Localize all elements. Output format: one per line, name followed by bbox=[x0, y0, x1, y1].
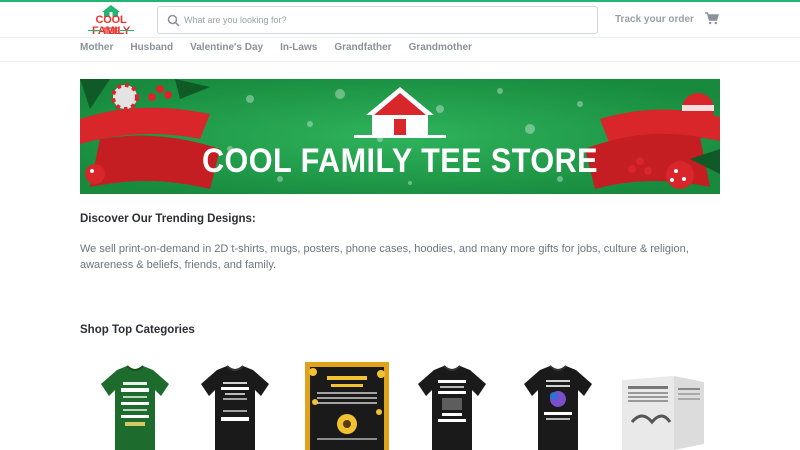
category-nav: Mother Husband Valentine's Day In-Laws G… bbox=[80, 42, 489, 56]
trending-heading: Discover Our Trending Designs: bbox=[80, 213, 256, 225]
nav-item-in-laws[interactable]: In-Laws bbox=[280, 42, 317, 56]
tshirt-image bbox=[101, 365, 169, 450]
nav-item-husband[interactable]: Husband bbox=[130, 42, 173, 56]
search-box bbox=[157, 6, 598, 34]
category-item-canvas[interactable] bbox=[622, 362, 706, 450]
cart-icon[interactable] bbox=[705, 12, 719, 25]
tshirt-image bbox=[524, 365, 592, 450]
canvas-image bbox=[622, 376, 704, 450]
logo-text-bottom: TEE bbox=[102, 26, 120, 36]
banner-title: COOL FAMILY TEE STORE bbox=[202, 142, 598, 180]
header-divider bbox=[0, 37, 800, 38]
nav-item-grandfather[interactable]: Grandfather bbox=[334, 42, 391, 56]
tshirt-image bbox=[201, 365, 269, 450]
nav-item-valentines-day[interactable]: Valentine's Day bbox=[190, 42, 263, 56]
track-order-link[interactable]: Track your order bbox=[615, 14, 694, 25]
site-header: COOL FAMILY TEE Track your order bbox=[0, 2, 800, 37]
blanket-image bbox=[305, 362, 389, 450]
nav-item-grandmother[interactable]: Grandmother bbox=[409, 42, 472, 56]
nav-item-mother[interactable]: Mother bbox=[80, 42, 113, 56]
hero-banner[interactable]: COOL FAMILY TEE STORE bbox=[80, 79, 720, 194]
nav-divider bbox=[0, 61, 800, 62]
site-logo[interactable]: COOL FAMILY TEE bbox=[80, 5, 142, 37]
trending-description: We sell print-on-demand in 2D t-shirts, … bbox=[80, 243, 689, 271]
tshirt-image bbox=[418, 365, 486, 450]
category-item-black-tshirt-better-man[interactable] bbox=[412, 362, 492, 450]
category-item-niece-blanket[interactable] bbox=[305, 362, 389, 450]
categories-heading: Shop Top Categories bbox=[80, 324, 195, 336]
search-icon[interactable] bbox=[167, 14, 180, 27]
category-item-black-tshirt-veterans-wife[interactable] bbox=[518, 362, 598, 450]
search-input[interactable] bbox=[184, 11, 584, 29]
category-item-green-tshirt[interactable] bbox=[95, 362, 175, 450]
category-item-black-tshirt-grandson[interactable] bbox=[195, 362, 275, 450]
